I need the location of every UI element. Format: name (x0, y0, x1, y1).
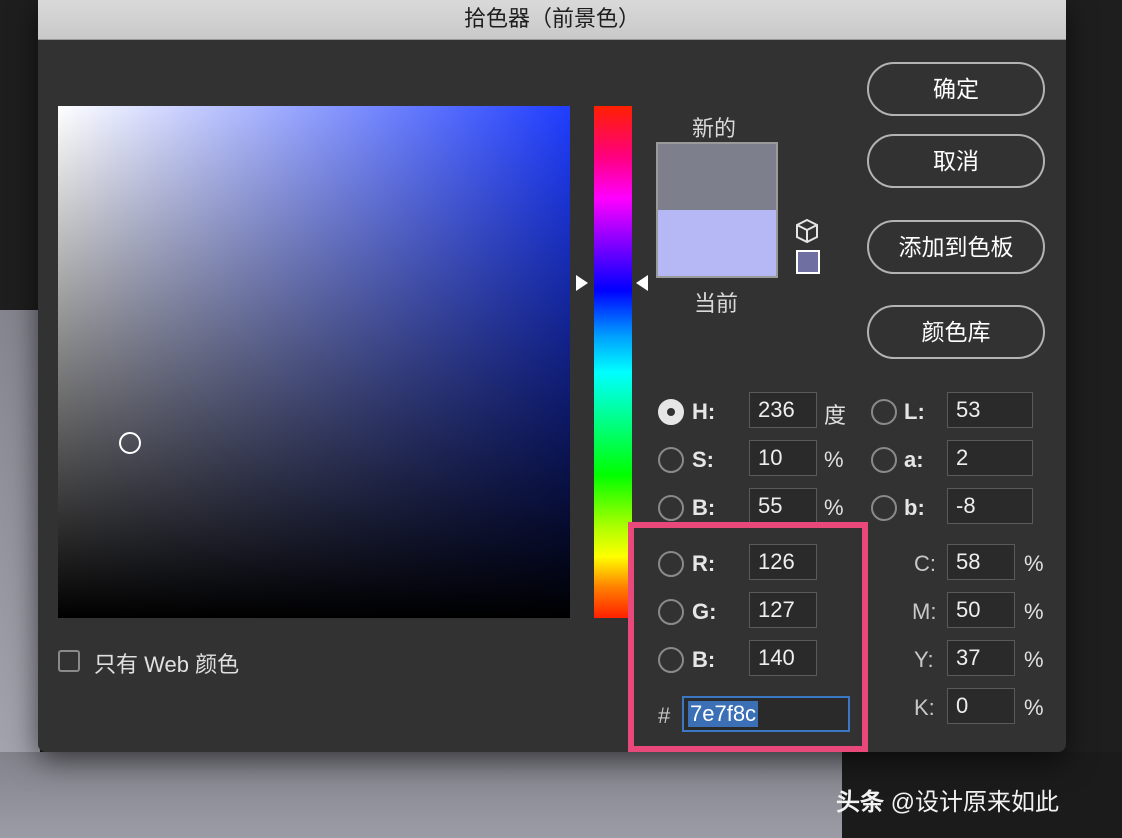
field-h[interactable]: 236 (749, 392, 817, 428)
radio-r[interactable] (658, 551, 684, 577)
hex-input[interactable]: 7e7f8c (682, 696, 850, 732)
label-b: B: (692, 495, 715, 521)
label-lab-a: a: (904, 447, 924, 473)
field-b[interactable]: 55 (749, 488, 817, 524)
new-color-label: 新的 (692, 111, 736, 143)
field-lab-l[interactable]: 53 (947, 392, 1033, 428)
radio-s[interactable] (658, 447, 684, 473)
label-y: Y: (914, 647, 934, 673)
current-color-label: 当前 (694, 286, 738, 318)
color-libraries-button[interactable]: 颜色库 (867, 305, 1045, 359)
radio-rgb-b[interactable] (658, 647, 684, 673)
background-canvas (0, 752, 842, 838)
field-lab-a[interactable]: 2 (947, 440, 1033, 476)
current-color-swatch[interactable] (658, 210, 776, 276)
watermark-text: @设计原来如此 (891, 789, 1059, 816)
watermark: 头条 @设计原来如此 (836, 782, 1059, 817)
label-r: R: (692, 551, 715, 577)
field-g[interactable]: 127 (749, 592, 817, 628)
label-m: M: (912, 599, 936, 625)
field-r[interactable]: 126 (749, 544, 817, 580)
field-k[interactable]: 0 (947, 688, 1015, 724)
label-k: K: (914, 695, 935, 721)
radio-g[interactable] (658, 599, 684, 625)
dialog-title: 拾色器（前景色） (38, 0, 1066, 40)
unit-c: % (1024, 551, 1044, 577)
hue-slider-right-arrow[interactable] (636, 275, 648, 291)
new-color-swatch (658, 144, 776, 210)
unit-s: % (824, 447, 844, 473)
web-only-label: 只有 Web 颜色 (94, 647, 239, 679)
hex-prefix: # (658, 703, 670, 729)
color-picker-dialog: 拾色器（前景色） 新的 当前 确定 取消 添加到色板 颜色库 H: 236 度 … (38, 0, 1066, 752)
field-c[interactable]: 58 (947, 544, 1015, 580)
radio-lab-a[interactable] (871, 447, 897, 473)
field-lab-b[interactable]: -8 (947, 488, 1033, 524)
hex-value-selected[interactable]: 7e7f8c (688, 701, 758, 727)
radio-lab-b[interactable] (871, 495, 897, 521)
radio-b[interactable] (658, 495, 684, 521)
unit-b: % (824, 495, 844, 521)
unit-h: 度 (824, 398, 846, 430)
unit-y: % (1024, 647, 1044, 673)
color-preview-swatch (656, 142, 778, 278)
web-safe-cube-icon[interactable] (794, 218, 820, 244)
radio-lab-l[interactable] (871, 399, 897, 425)
web-only-checkbox[interactable] (58, 650, 80, 672)
unit-k: % (1024, 695, 1044, 721)
saturation-brightness-field[interactable] (58, 106, 570, 618)
field-s[interactable]: 10 (749, 440, 817, 476)
field-m[interactable]: 50 (947, 592, 1015, 628)
unit-m: % (1024, 599, 1044, 625)
label-lab-l: L: (904, 399, 925, 425)
label-rgb-b: B: (692, 647, 715, 673)
field-rgb-b[interactable]: 140 (749, 640, 817, 676)
label-s: S: (692, 447, 714, 473)
color-cursor[interactable] (119, 432, 141, 454)
label-c: C: (914, 551, 936, 577)
ok-button[interactable]: 确定 (867, 62, 1045, 116)
label-lab-b: b: (904, 495, 925, 521)
web-safe-color-swatch[interactable] (796, 250, 820, 274)
hue-slider[interactable] (594, 106, 632, 618)
label-g: G: (692, 599, 716, 625)
watermark-brand: 头条 (836, 789, 884, 816)
label-h: H: (692, 399, 715, 425)
radio-h[interactable] (658, 399, 684, 425)
cancel-button[interactable]: 取消 (867, 134, 1045, 188)
field-y[interactable]: 37 (947, 640, 1015, 676)
add-to-swatches-button[interactable]: 添加到色板 (867, 220, 1045, 274)
hue-slider-left-arrow[interactable] (576, 275, 588, 291)
